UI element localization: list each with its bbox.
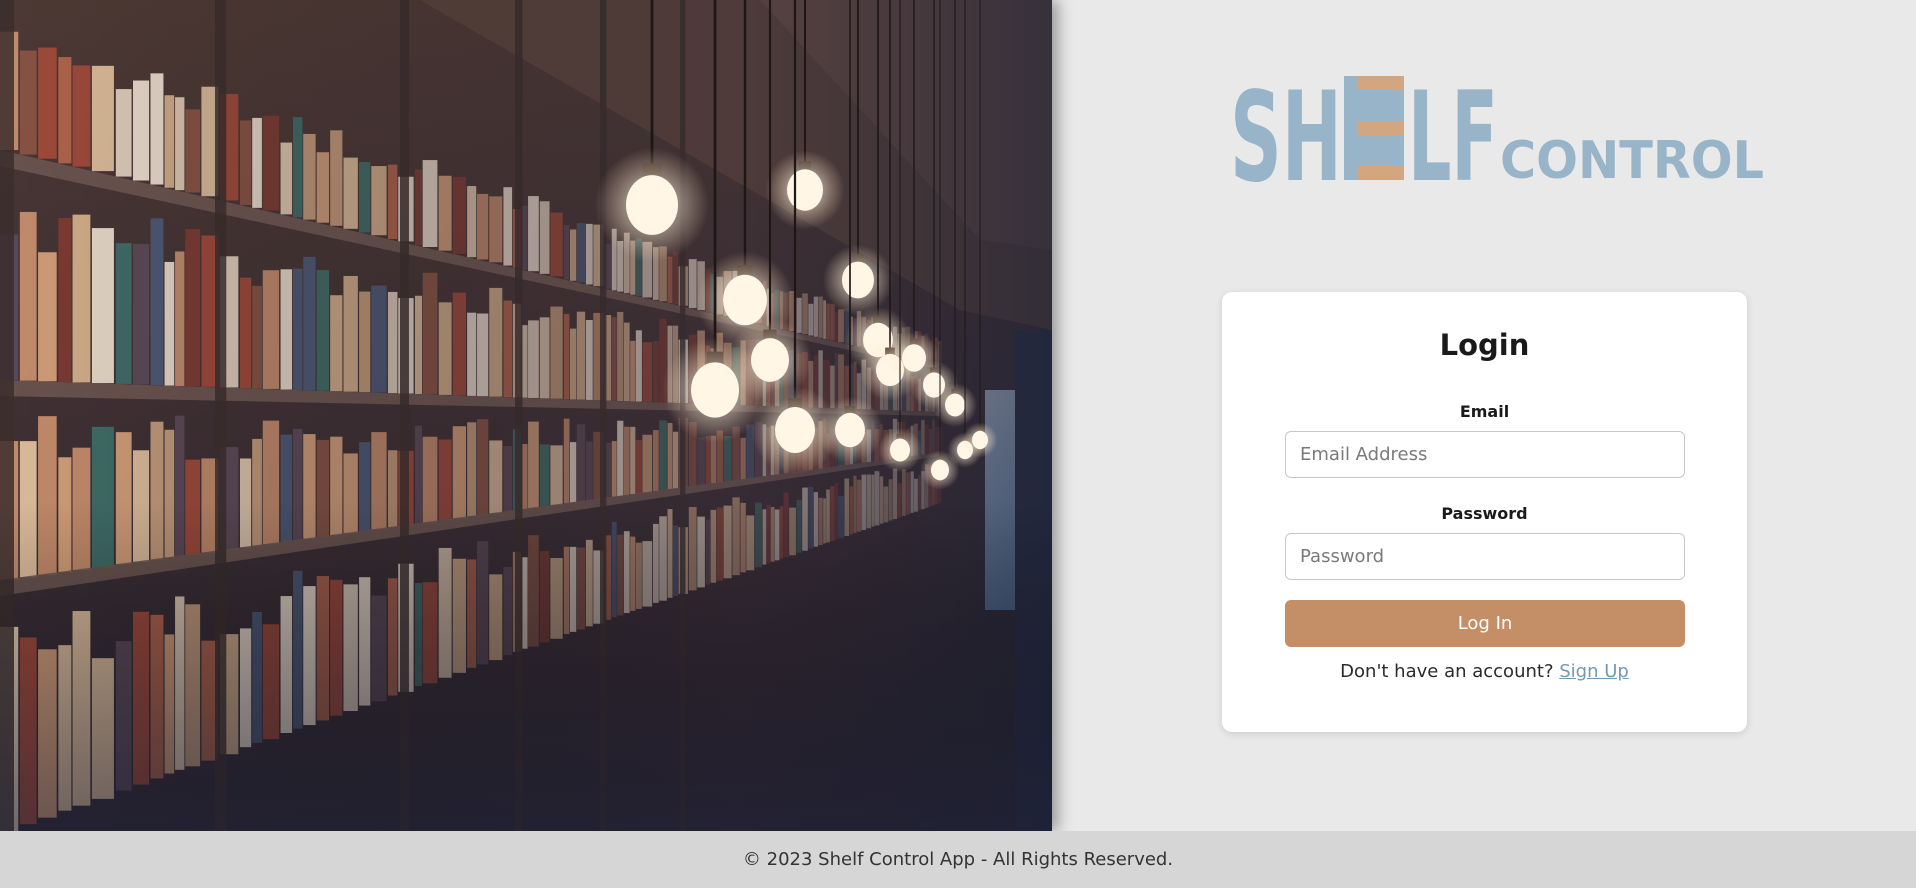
library-photo-illustration bbox=[0, 0, 1052, 831]
logo-text-lf: LF bbox=[1408, 72, 1498, 192]
login-page: SH LF CONTROL Login Email Password bbox=[0, 0, 1916, 888]
signup-prompt-text: Don't have an account? bbox=[1340, 661, 1560, 682]
email-field[interactable] bbox=[1285, 431, 1685, 478]
login-area: SH LF CONTROL Login Email Password bbox=[1052, 0, 1916, 831]
logo-shelf-e-icon bbox=[1344, 76, 1404, 180]
logo-text-control: CONTROL bbox=[1500, 131, 1764, 191]
login-card: Login Email Password Log In Don't have a… bbox=[1222, 292, 1747, 732]
login-title: Login bbox=[1439, 328, 1530, 362]
signup-prompt: Don't have an account? Sign Up bbox=[1222, 661, 1747, 682]
shelf-control-logo: SH LF CONTROL bbox=[1230, 72, 1764, 192]
logo-wordmark: SH LF CONTROL bbox=[1230, 72, 1764, 192]
password-label: Password bbox=[1441, 504, 1528, 523]
email-label: Email bbox=[1459, 402, 1510, 421]
logo-text-sh: SH bbox=[1230, 72, 1342, 192]
password-field[interactable] bbox=[1285, 533, 1685, 580]
copyright-text: © 2023 Shelf Control App - All Rights Re… bbox=[742, 849, 1174, 870]
footer: © 2023 Shelf Control App - All Rights Re… bbox=[0, 831, 1916, 888]
library-background-image bbox=[0, 0, 1052, 831]
login-button[interactable]: Log In bbox=[1285, 600, 1685, 647]
signup-link[interactable]: Sign Up bbox=[1559, 661, 1629, 682]
